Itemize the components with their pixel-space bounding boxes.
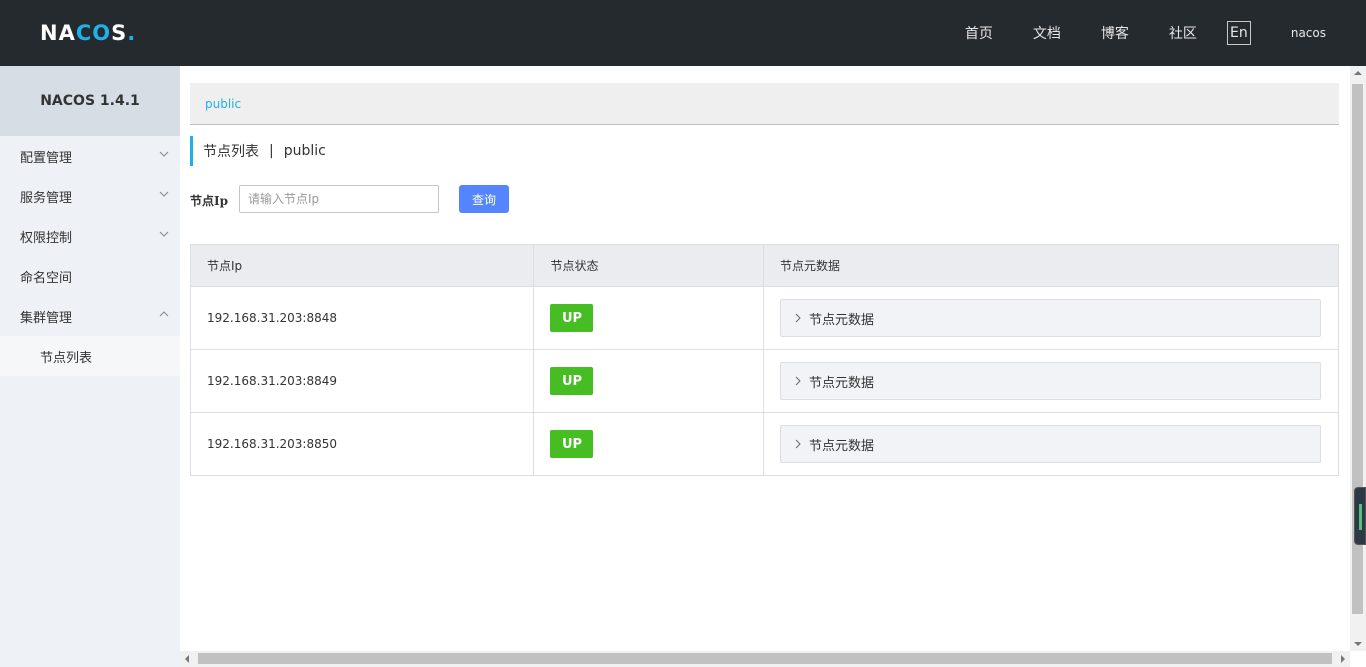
column-header-ip: 节点Ip (189, 244, 535, 287)
scroll-right-arrow-icon[interactable] (1340, 655, 1346, 663)
horizontal-scroll-thumb[interactable] (198, 653, 1332, 664)
node-ip-search-input[interactable] (239, 185, 439, 213)
chevron-down-icon (159, 151, 169, 157)
nav-community[interactable]: 社区 (1169, 23, 1197, 43)
floating-monitor-widget-icon[interactable] (1354, 487, 1366, 545)
sidebar-item-services[interactable]: 服务管理 (0, 176, 180, 216)
sidebar-item-permissions[interactable]: 权限控制 (0, 216, 180, 256)
user-name[interactable]: nacos (1291, 26, 1326, 40)
metadata-label: 节点元数据 (809, 438, 875, 454)
chevron-up-icon (159, 311, 169, 317)
horizontal-scrollbar[interactable] (180, 651, 1350, 667)
sidebar-title: NACOS 1.4.1 (0, 66, 180, 136)
node-status-cell: UP (533, 412, 765, 476)
page-title: 节点列表 | public (190, 136, 326, 166)
page-title-namespace: public (283, 143, 326, 159)
main-content: public 节点列表 | public 节点Ip 查询 节点Ip 节点状态 节… (180, 66, 1350, 651)
sidebar-item-label: 服务管理 (20, 190, 73, 206)
node-table: 节点Ip 节点状态 节点元数据 192.168.31.203:8848 UP 节… (189, 244, 1339, 476)
top-nav: 首页 文档 博客 社区 En nacos (965, 0, 1366, 66)
sidebar-item-namespace[interactable]: 命名空间 (0, 256, 180, 296)
metadata-expander[interactable]: 节点元数据 (780, 362, 1322, 400)
chevron-right-icon (795, 313, 801, 323)
node-metadata-cell: 节点元数据 (763, 412, 1339, 476)
chevron-right-icon (795, 439, 801, 449)
namespace-bar: public (190, 83, 1339, 125)
table-row: 192.168.31.203:8850 UP 节点元数据 (189, 412, 1339, 476)
nav-docs[interactable]: 文档 (1033, 23, 1061, 43)
logo-dot: . (127, 21, 137, 45)
node-ip-cell: 192.168.31.203:8848 (189, 286, 535, 350)
scroll-left-arrow-icon[interactable] (184, 655, 190, 663)
status-badge: UP (550, 367, 594, 395)
sidebar-item-label: 配置管理 (20, 150, 73, 166)
node-metadata-cell: 节点元数据 (763, 349, 1339, 413)
sidebar-item-config[interactable]: 配置管理 (0, 136, 180, 176)
scroll-up-arrow-icon[interactable] (1354, 70, 1362, 76)
node-status-cell: UP (533, 349, 765, 413)
nav-home[interactable]: 首页 (965, 23, 993, 43)
sidebar: NACOS 1.4.1 配置管理 服务管理 权限控制 命名空间 集群管理 节点列… (0, 66, 180, 667)
chevron-right-icon (795, 376, 801, 386)
logo-text-tail: S (111, 21, 128, 45)
search-button[interactable]: 查询 (459, 185, 509, 213)
sidebar-item-cluster[interactable]: 集群管理 (0, 296, 180, 336)
node-ip-cell: 192.168.31.203:8850 (189, 412, 535, 476)
column-header-metadata: 节点元数据 (763, 244, 1339, 287)
node-ip-cell: 192.168.31.203:8849 (189, 349, 535, 413)
status-badge: UP (550, 304, 594, 332)
sidebar-item-label: 集群管理 (20, 310, 73, 326)
vertical-scrollbar[interactable] (1350, 66, 1366, 651)
node-metadata-cell: 节点元数据 (763, 286, 1339, 350)
metadata-label: 节点元数据 (809, 312, 875, 328)
search-label: 节点Ip (190, 194, 229, 208)
metadata-expander[interactable]: 节点元数据 (780, 425, 1322, 463)
namespace-link-public[interactable]: public (205, 97, 241, 111)
chevron-down-icon (159, 231, 169, 237)
page-title-text: 节点列表 (203, 144, 259, 160)
nacos-logo[interactable]: NA CO S. (40, 20, 136, 46)
metadata-expander[interactable]: 节点元数据 (780, 299, 1322, 337)
nav-blog[interactable]: 博客 (1101, 23, 1129, 43)
language-switch-button[interactable]: En (1226, 21, 1251, 45)
node-status-cell: UP (533, 286, 765, 350)
table-header-row: 节点Ip 节点状态 节点元数据 (189, 244, 1339, 287)
metadata-label: 节点元数据 (809, 375, 875, 391)
chevron-down-icon (159, 191, 169, 197)
logo-text-main: NA (40, 21, 76, 45)
sidebar-subitem-node-list[interactable]: 节点列表 (0, 336, 180, 376)
table-row: 192.168.31.203:8848 UP 节点元数据 (189, 286, 1339, 350)
status-badge: UP (550, 430, 594, 458)
sidebar-item-label: 权限控制 (20, 230, 73, 246)
page-title-separator: | (269, 143, 274, 159)
sidebar-item-label: 命名空间 (20, 270, 73, 286)
table-row: 192.168.31.203:8849 UP 节点元数据 (189, 349, 1339, 413)
logo-text-accent: CO (75, 21, 112, 45)
column-header-status: 节点状态 (533, 244, 765, 287)
scroll-down-arrow-icon[interactable] (1354, 641, 1362, 647)
top-header: NA CO S. 首页 文档 博客 社区 En nacos (0, 0, 1366, 66)
